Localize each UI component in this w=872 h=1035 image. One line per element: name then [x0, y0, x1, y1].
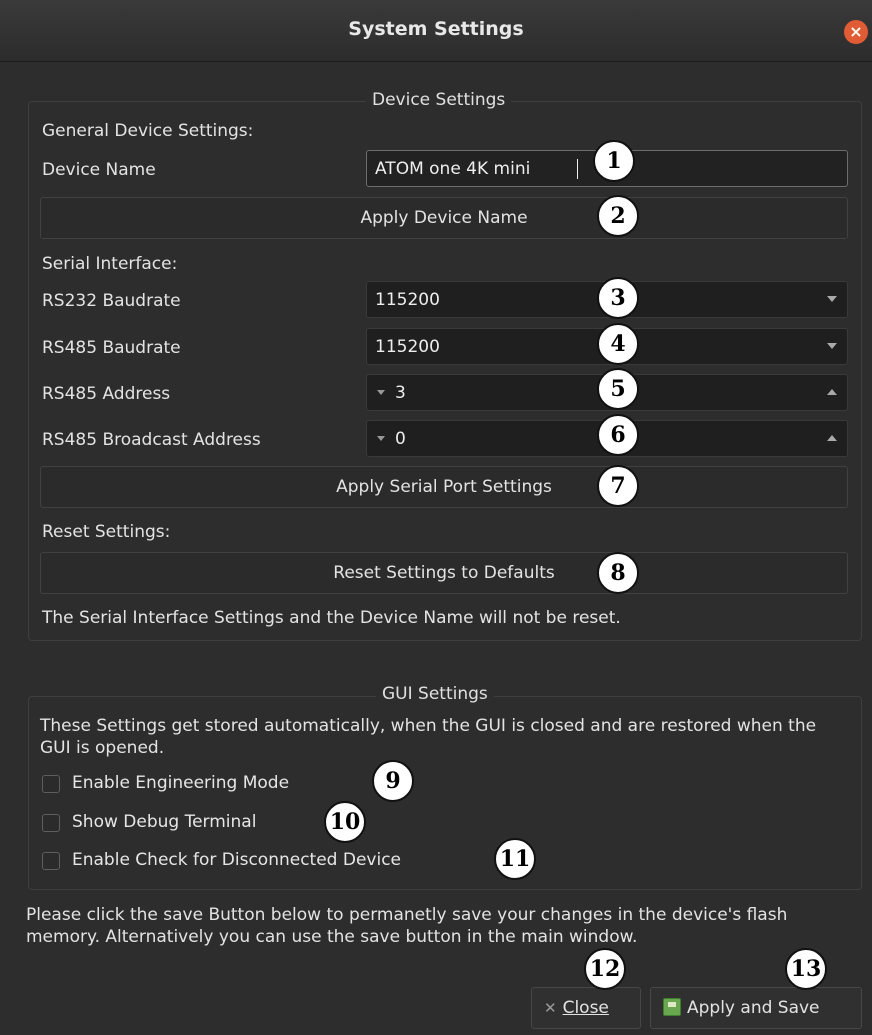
decrement-icon[interactable] [377, 390, 385, 395]
decrement-icon[interactable] [377, 436, 385, 441]
text-caret [577, 159, 578, 179]
apply-and-save-label: Apply and Save [687, 998, 820, 1018]
chevron-down-icon [827, 343, 837, 349]
device-name-value: ATOM one 4K mini [375, 159, 531, 179]
annotation-badge: 3 [597, 277, 639, 319]
apply-device-name-label: Apply Device Name [360, 208, 528, 228]
rs485-broadcast-address-value: 0 [395, 429, 406, 449]
rs485-broadcast-address-label: RS485 Broadcast Address [42, 430, 261, 450]
annotation-badge: 6 [597, 414, 639, 456]
close-button-label: Close [562, 998, 609, 1018]
annotation-badge: 1 [593, 140, 635, 182]
annotation-badge: 11 [494, 838, 536, 880]
annotation-badge: 4 [597, 323, 639, 365]
increment-icon[interactable] [827, 389, 837, 395]
annotation-badge: 12 [584, 948, 626, 990]
general-device-settings-label: General Device Settings: [42, 121, 254, 141]
debug-terminal-label: Show Debug Terminal [72, 812, 257, 832]
device-name-label: Device Name [42, 160, 156, 180]
rs232-baudrate-label: RS232 Baudrate [42, 291, 181, 311]
save-note: Please click the save Button below to pe… [26, 905, 788, 947]
rs232-baudrate-value: 115200 [375, 290, 440, 310]
gui-settings-title: GUI Settings [376, 684, 494, 704]
annotation-badge: 9 [372, 760, 414, 802]
rs485-baudrate-label: RS485 Baudrate [42, 338, 181, 358]
reset-settings-button[interactable]: Reset Settings to Defaults [40, 552, 848, 594]
annotation-badge: 8 [597, 552, 639, 594]
annotation-badge: 2 [597, 195, 639, 237]
increment-icon[interactable] [827, 435, 837, 441]
window-close-icon[interactable]: × [844, 20, 868, 44]
serial-interface-label: Serial Interface: [42, 254, 178, 274]
apply-device-name-button[interactable]: Apply Device Name [40, 197, 848, 239]
annotation-badge: 7 [597, 465, 639, 507]
rs485-baudrate-value: 115200 [375, 337, 440, 357]
reset-note: The Serial Interface Settings and the De… [42, 608, 621, 628]
rs485-address-value: 3 [395, 383, 406, 403]
annotation-badge: 10 [324, 801, 366, 843]
disconnected-check-checkbox[interactable] [42, 852, 60, 870]
annotation-badge: 13 [785, 948, 827, 990]
apply-serial-port-settings-label: Apply Serial Port Settings [336, 477, 552, 497]
engineering-mode-checkbox[interactable] [42, 775, 60, 793]
device-settings-title: Device Settings [366, 90, 512, 110]
close-icon: ✕ [544, 999, 557, 1017]
title-bar: System Settings × [0, 0, 872, 62]
gui-settings-note: These Settings get stored automatically,… [40, 716, 817, 758]
apply-serial-port-settings-button[interactable]: Apply Serial Port Settings [40, 466, 848, 508]
rs485-address-label: RS485 Address [42, 384, 171, 404]
apply-and-save-button[interactable]: Apply and Save [650, 987, 862, 1029]
window-title: System Settings [348, 18, 524, 40]
reset-settings-label: Reset Settings: [42, 522, 171, 542]
annotation-badge: 5 [597, 368, 639, 410]
engineering-mode-label: Enable Engineering Mode [72, 773, 290, 793]
save-icon [663, 998, 681, 1016]
chevron-down-icon [827, 296, 837, 302]
reset-settings-button-label: Reset Settings to Defaults [333, 563, 555, 583]
debug-terminal-checkbox[interactable] [42, 814, 60, 832]
close-button[interactable]: ✕ Close [531, 987, 641, 1029]
disconnected-check-label: Enable Check for Disconnected Device [72, 850, 402, 870]
